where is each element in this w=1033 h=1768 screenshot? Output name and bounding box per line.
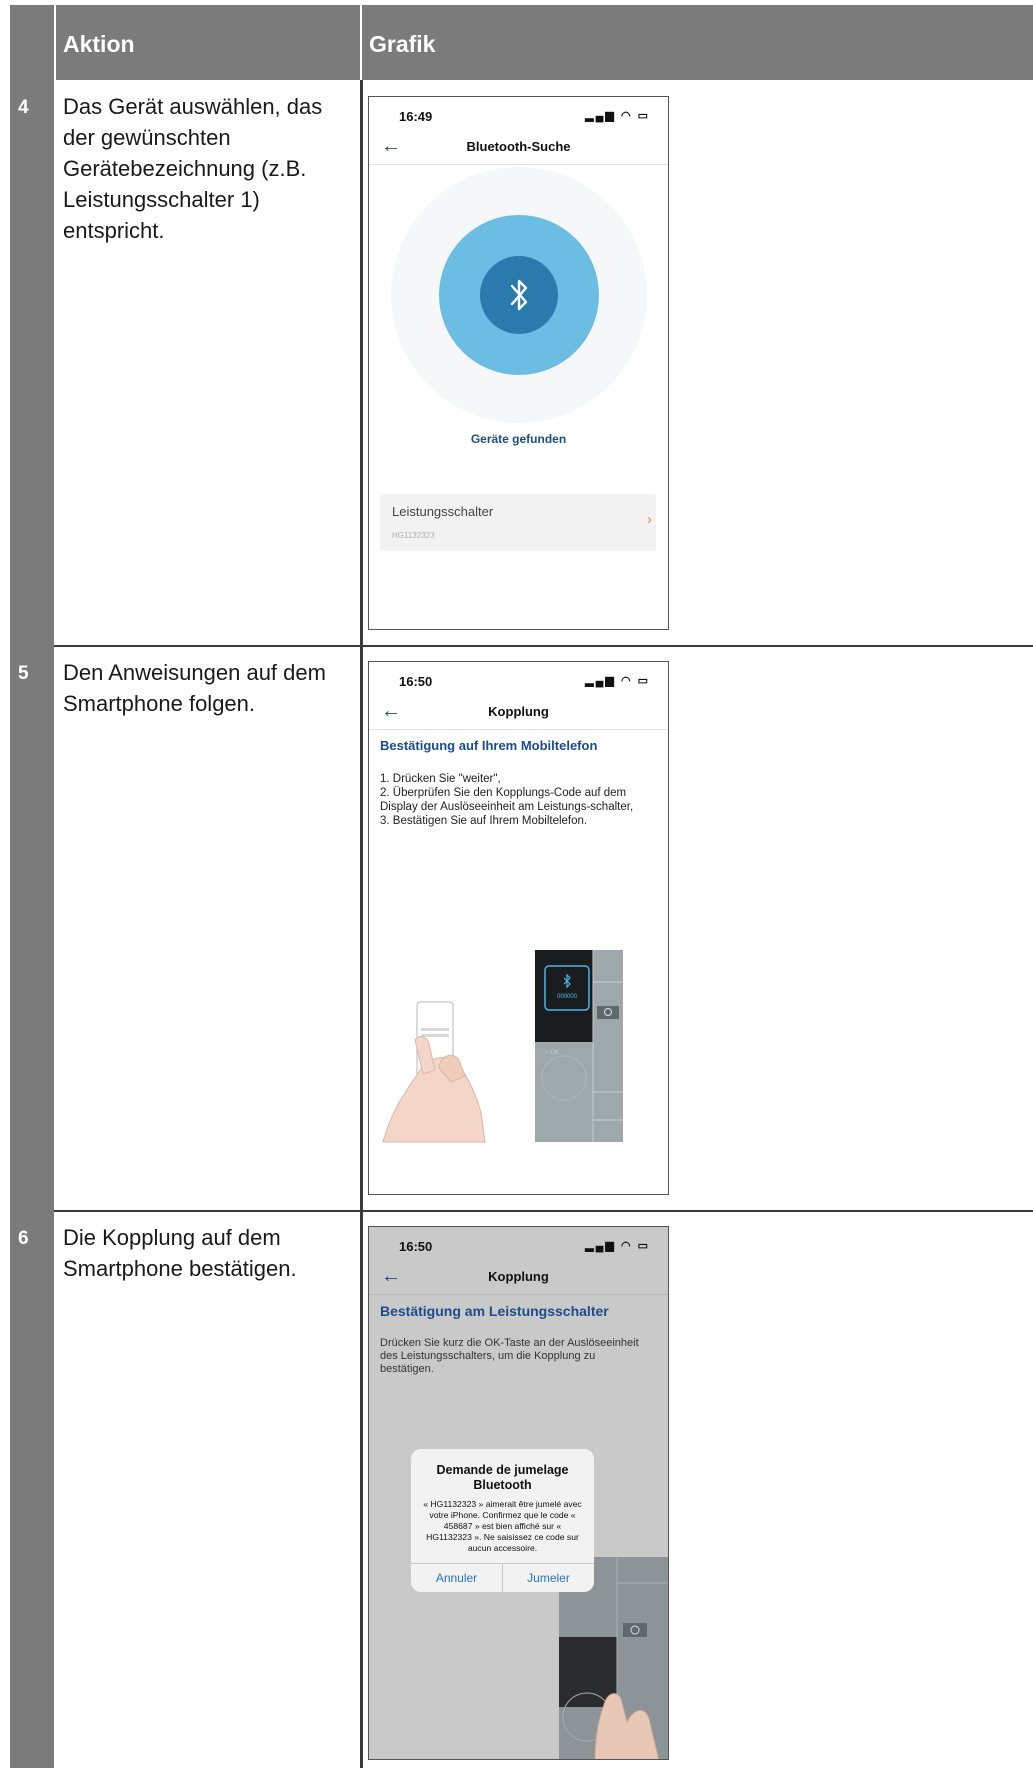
row-number: 4 [18,97,29,118]
status-bar: 16:50 ▂▄▆ ◠ ▭ [399,1239,650,1255]
signal-wifi-battery-icon: ▂▄▆ ◠ ▭ [585,675,650,687]
confirm-instructions: Drücken Sie kurz die OK-Taste an der Aus… [380,1337,639,1375]
bluetooth-pairing-dialog: Demande de jumelage Bluetooth « HG113232… [411,1449,594,1592]
row-number: 6 [18,1228,29,1249]
column-divider [360,80,363,1768]
phone-screenshot-search: 16:49 ▂▄▆ ◠ ▭ ← Bluetooth-Suche Geräte g… [368,96,669,630]
header-graphic: Grafik [369,31,436,57]
table-header: Aktion Grafik [10,5,1033,80]
status-time: 16:50 [399,674,433,689]
row-number: 5 [18,663,29,684]
cancel-button[interactable]: Annuler [411,1564,502,1592]
status-bar: 16:50 ▂▄▆ ◠ ▭ [399,674,650,690]
chevron-right-icon: › [647,511,652,528]
pairing-heading: Bestätigung auf Ihrem Mobiltelefon [380,738,598,753]
status-time: 16:49 [399,109,433,124]
status-bar: 16:49 ▂▄▆ ◠ ▭ [399,109,650,125]
row-action-text: Den Anweisungen auf dem Smartphone folge… [63,660,326,716]
bluetooth-radar [391,167,647,423]
nav-title: Bluetooth-Suche [466,139,571,154]
dialog-title: Demande de jumelage Bluetooth [436,1463,569,1492]
svg-text:○ OK: ○ OK [545,1050,559,1056]
nav-title: Kopplung [488,1269,549,1284]
header-separator [54,5,56,80]
device-id: HG1132323 [392,531,435,540]
phone-screenshot-confirm: 16:50 ▂▄▆ ◠ ▭ ← Kopplung Bestätigung am … [368,1226,669,1760]
row-action-text: Die Kopplung auf dem Smartphone bestätig… [63,1225,297,1281]
hand-and-device-illustration: 000000 ○ OK [382,950,623,1143]
row-separator [54,1210,1033,1212]
device-name: Leistungsschalter [392,504,494,519]
nav-bar: ← Bluetooth-Suche [369,133,668,165]
signal-wifi-battery-icon: ▂▄▆ ◠ ▭ [585,1240,650,1252]
nav-bar: ← Kopplung [369,698,668,730]
confirm-heading: Bestätigung am Leistungsschalter [380,1303,609,1319]
nav-title: Kopplung [488,704,549,719]
row-action-text: Das Gerät auswählen, das der gewünschten… [63,94,323,243]
status-time: 16:50 [399,1239,433,1254]
nav-bar: ← Kopplung [369,1263,668,1295]
phone-screenshot-pairing: 16:50 ▂▄▆ ◠ ▭ ← Kopplung Bestätigung auf… [368,661,669,1195]
pairing-instructions: 1. Drücken Sie "weiter", 2. Überprüfen S… [380,773,634,827]
row-separator [54,645,1033,647]
device-list-item[interactable]: Leistungsschalter HG1132323 › [380,494,656,551]
device-code-display: 000000 [557,994,578,1000]
pair-button[interactable]: Jumeler [503,1564,594,1592]
header-action: Aktion [63,31,135,57]
devices-found-label: Geräte gefunden [470,432,567,446]
header-separator [360,5,362,80]
dialog-message: « HG1132323 » aimerait être jumelé avec … [423,1499,582,1553]
signal-wifi-battery-icon: ▂▄▆ ◠ ▭ [585,110,650,122]
row-number-column [10,80,54,1768]
